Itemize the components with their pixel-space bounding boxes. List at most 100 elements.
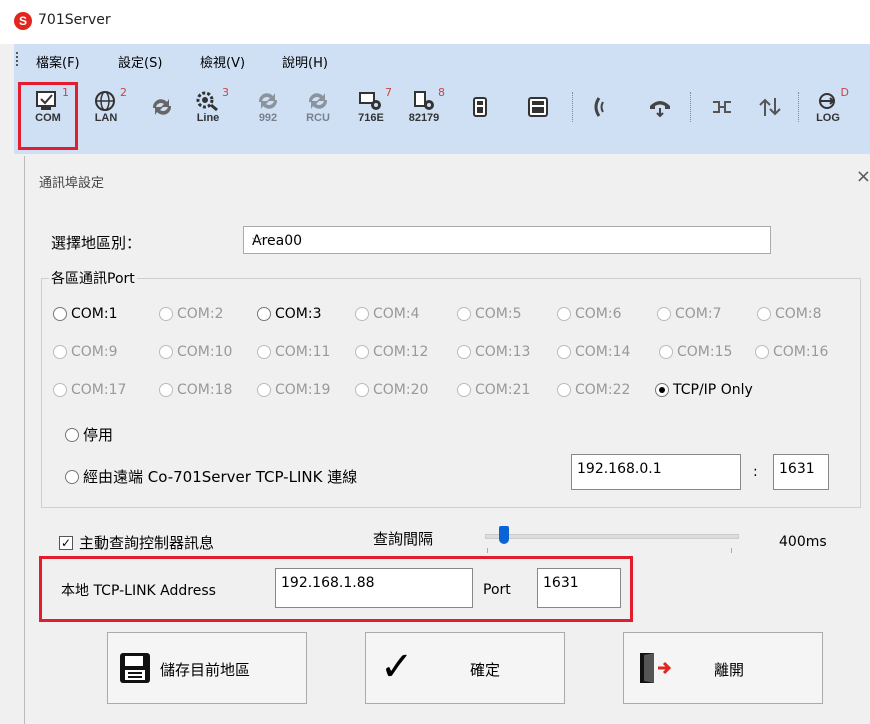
save-area-button[interactable]: 儲存目前地區: [107, 632, 307, 704]
toolbar-82179-button[interactable]: 8 82179: [404, 84, 445, 130]
radio-com19[interactable]: COM:19: [257, 382, 330, 398]
radio-com5[interactable]: COM:5: [457, 306, 522, 322]
local-port-field[interactable]: 1631: [537, 568, 621, 608]
toolbar-lan-button[interactable]: 2 LAN: [88, 84, 127, 130]
menu-grip: [16, 52, 20, 66]
radio-com21[interactable]: COM:21: [457, 382, 530, 398]
radio-com20[interactable]: COM:20: [355, 382, 428, 398]
com-highlight-box: [18, 82, 78, 150]
local-port-label: Port: [483, 582, 511, 598]
radio-com22[interactable]: COM:22: [557, 382, 630, 398]
sync-992-icon: [255, 90, 281, 112]
992-label: 992: [258, 112, 278, 124]
title-bar: S 701Server: [0, 0, 870, 44]
toolbar-log-button[interactable]: D LOG: [810, 84, 849, 130]
slider-tick: [731, 548, 732, 553]
rcu-label: RCU: [306, 112, 330, 124]
radio-com16[interactable]: COM:16: [755, 344, 828, 360]
gear-search-icon: 3: [195, 86, 229, 112]
toolbar-hook-button[interactable]: [642, 84, 678, 130]
radio-com6[interactable]: COM:6: [557, 306, 622, 322]
device-gear2-icon: 8: [411, 86, 445, 112]
local-ip-field[interactable]: 192.168.1.88: [275, 568, 473, 608]
query-interval-slider-track[interactable]: [485, 534, 739, 539]
chevron-down-icon: ⌵: [252, 231, 263, 247]
radio-disable[interactable]: 停用: [65, 424, 113, 445]
radio-tcp-only[interactable]: TCP/IP Only: [655, 382, 753, 398]
query-interval-slider-thumb[interactable]: [499, 526, 509, 544]
radio-com17[interactable]: COM:17: [53, 382, 126, 398]
close-icon[interactable]: ×: [856, 166, 870, 187]
toolbar: 1 COM 2 LAN 3 Line 992 RCU 7 716E 8 8217…: [14, 74, 870, 154]
radio-com7[interactable]: COM:7: [657, 306, 722, 322]
hook-phone-icon: [647, 96, 673, 118]
menu-settings[interactable]: 設定(S): [118, 52, 162, 71]
toolbar-716e-button[interactable]: 7 716E: [352, 84, 392, 130]
radio-com18[interactable]: COM:18: [159, 382, 232, 398]
lan-number: 2: [120, 86, 127, 99]
dialog-title: 通訊埠設定: [39, 176, 105, 191]
log-label: LOG: [816, 112, 840, 124]
check-mark-icon: ✓: [380, 644, 414, 690]
toolbar-link-button[interactable]: [704, 84, 740, 130]
toolbar-phone-button[interactable]: [586, 84, 622, 130]
radio-remote-tcp-link[interactable]: 經由遠端 Co-701Server TCP-LINK 連線: [65, 466, 357, 487]
keypad-h-icon: [469, 96, 495, 118]
exit-door-icon: [638, 651, 674, 689]
toolbar-line-button[interactable]: 3 Line: [190, 84, 229, 130]
radio-com12[interactable]: COM:12: [355, 344, 428, 360]
query-checkbox[interactable]: ✓: [59, 536, 73, 550]
radio-com4[interactable]: COM:4: [355, 306, 420, 322]
log-icon: D: [815, 86, 849, 112]
toolbar-separator: [572, 92, 574, 122]
area-select[interactable]: Area00 ⌵: [243, 226, 771, 254]
82179-number: 8: [438, 86, 445, 99]
slider-tick: [487, 548, 488, 553]
radio-com8[interactable]: COM:8: [757, 306, 822, 322]
menu-file[interactable]: 檔案(F): [36, 52, 80, 71]
query-interval-value: 400ms: [779, 534, 827, 550]
toolbar-arrows-button[interactable]: [752, 84, 788, 130]
716e-number: 7: [385, 86, 392, 99]
exit-button[interactable]: 離開: [623, 632, 823, 704]
menu-help[interactable]: 說明(H): [282, 52, 328, 71]
radio-com13[interactable]: COM:13: [457, 344, 530, 360]
com-port-group-label: 各區通訊Port: [49, 268, 137, 288]
query-checkbox-label: 主動查詢控制器訊息: [79, 534, 215, 552]
radio-com10[interactable]: COM:10: [159, 344, 232, 360]
line-number: 3: [222, 86, 229, 99]
local-address-label: 本地 TCP-LINK Address: [61, 583, 216, 599]
remote-colon: :: [753, 464, 758, 480]
device-gear-icon: 7: [358, 86, 392, 112]
app-title: 701Server: [38, 12, 111, 28]
radio-com11[interactable]: COM:11: [257, 344, 330, 360]
remote-port-field[interactable]: 1631: [773, 454, 829, 490]
716e-label: 716E: [358, 112, 384, 124]
save-area-label: 儲存目前地區: [160, 661, 251, 679]
toolbar-rcu-button[interactable]: RCU: [300, 84, 336, 130]
lan-label: LAN: [94, 112, 118, 124]
globe-icon: 2: [93, 86, 127, 112]
sync-rcu-icon: [305, 90, 331, 112]
com-port-settings-dialog: 通訊埠設定 × 選擇地區別： Area00 ⌵ 各區通訊Port COM:1 C…: [24, 156, 870, 724]
radio-com14[interactable]: COM:14: [557, 344, 630, 360]
remote-ip-field[interactable]: 192.168.0.1: [571, 454, 741, 490]
app-logo-icon: S: [14, 12, 32, 30]
radio-com9[interactable]: COM:9: [53, 344, 118, 360]
phone-icon: [591, 96, 617, 118]
ok-button[interactable]: ✓ 確定: [365, 632, 565, 704]
menu-bar: 檔案(F) 設定(S) 檢視(V) 說明(H): [14, 44, 870, 74]
radio-com1[interactable]: COM:1: [53, 306, 118, 322]
toolbar-h-button[interactable]: [464, 84, 500, 130]
radio-com2[interactable]: COM:2: [159, 306, 224, 322]
radio-com3[interactable]: COM:3: [257, 306, 322, 322]
area-label: 選擇地區別：: [51, 234, 142, 252]
82179-label: 82179: [408, 112, 440, 124]
menu-view[interactable]: 檢視(V): [200, 52, 245, 71]
line-label: Line: [196, 112, 220, 124]
toolbar-sync-button[interactable]: [144, 84, 180, 130]
toolbar-992-button[interactable]: 992: [250, 84, 286, 130]
floppy-disk-icon: [118, 651, 152, 689]
toolbar-e-button[interactable]: [520, 84, 560, 130]
radio-com15[interactable]: COM:15: [659, 344, 732, 360]
